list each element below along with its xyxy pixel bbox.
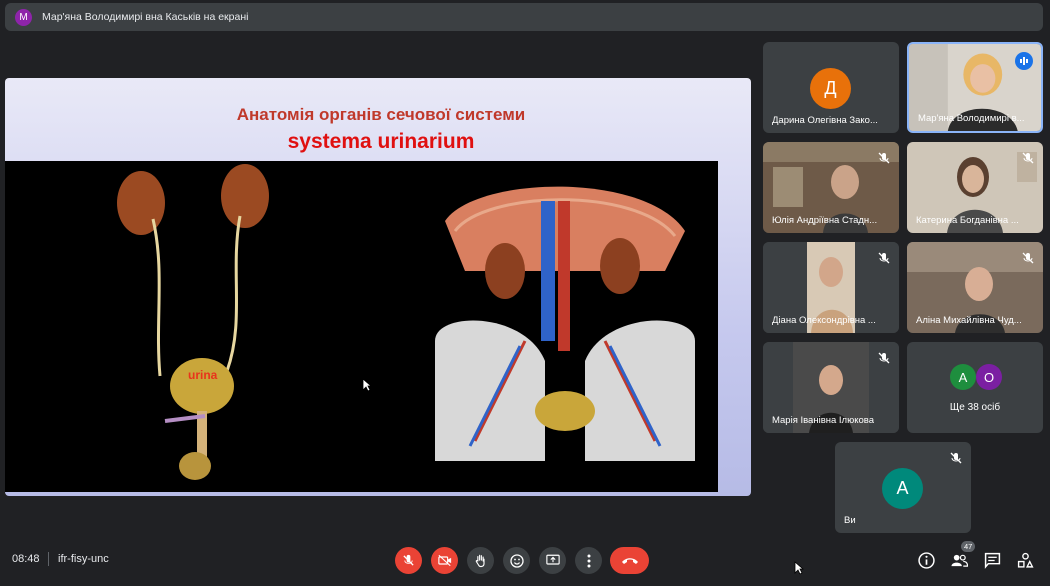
urinary-system-illustration [117,164,695,480]
presenting-banner: M Мар'яна Володимирі вна Каськів на екра… [5,3,1043,31]
speaking-indicator-icon [1015,52,1033,70]
participant-tile[interactable]: Катерина Богданівна ... [907,142,1043,233]
more-participants-label: Ще 38 осіб [949,402,1001,413]
meeting-code: ifr-fisy-unc [58,553,109,565]
present-icon [545,554,560,565]
more-avatar-2: О [976,364,1002,390]
participant-name: Мар'яна Володимирі в... [918,113,1025,124]
participant-name: Катерина Богданівна ... [916,215,1019,226]
slide-title: Анатомія органів сечової системи [236,105,526,124]
self-tile[interactable]: А Ви [835,442,971,533]
shared-screen: Анатомія органів сечової системи systema… [5,78,751,496]
people-count-badge: 47 [961,541,976,552]
camera-off-icon [437,554,451,567]
slide-subtitle: systema urinarium [287,130,475,153]
leave-call-button[interactable] [610,547,649,574]
presenter-avatar: M [15,8,32,26]
mic-off-icon [878,352,890,364]
participant-tile[interactable]: Юлія Андріївна Стадн... [763,142,899,233]
cursor-icon [794,561,804,575]
participant-tile-speaking[interactable]: Мар'яна Володимирі в... [907,42,1043,133]
participant-name: Діана Олексондрівна ... [772,315,876,326]
chat-icon[interactable] [984,552,1001,569]
activities-icon[interactable] [1017,552,1034,569]
slide-label-urina: urina [188,368,218,382]
more-avatar-1: А [950,364,976,390]
anatomy-image-panel [5,161,718,492]
reactions-button[interactable] [503,547,530,574]
people-icon[interactable] [951,552,968,569]
mouse-pointer-icon [362,378,372,392]
participant-tile[interactable]: Діана Олексондрівна ... [763,242,899,333]
emoji-icon [509,553,524,568]
camera-toggle-button[interactable] [431,547,458,574]
participant-tile[interactable]: Марія Іванівна Ілюкова [763,342,899,433]
hand-icon [475,554,485,567]
raise-hand-button[interactable] [467,547,494,574]
participant-name: Дарина Олегівна Зако... [772,115,878,126]
hang-up-icon [621,557,638,564]
participant-tile[interactable]: Д Дарина Олегівна Зако... [763,42,899,133]
more-participants-tile[interactable]: А О Ще 38 осіб [907,342,1043,433]
mic-off-icon [878,152,890,164]
participant-name: Аліна Михайлівна Чуд... [916,315,1022,326]
clock: 08:48 [12,553,40,565]
self-name: Ви [844,515,856,526]
meeting-info-icon[interactable] [918,552,935,569]
mic-off-icon [950,452,962,464]
participant-name: Юлія Андріївна Стадн... [772,215,878,226]
mic-off-icon [1022,152,1034,164]
more-vert-icon [587,554,590,567]
present-screen-button[interactable] [539,547,566,574]
participant-name: Марія Іванівна Ілюкова [772,415,874,426]
mic-off-icon [1022,252,1034,264]
presenting-text: Мар'яна Володимирі вна Каськів на екрані [42,11,249,23]
participant-tile[interactable]: Аліна Михайлівна Чуд... [907,242,1043,333]
mic-off-icon [403,554,414,566]
divider [48,552,49,566]
more-options-button[interactable] [575,547,602,574]
mic-off-icon [878,252,890,264]
self-avatar: А [882,468,923,509]
mic-toggle-button[interactable] [395,547,422,574]
participant-avatar: Д [810,68,851,109]
